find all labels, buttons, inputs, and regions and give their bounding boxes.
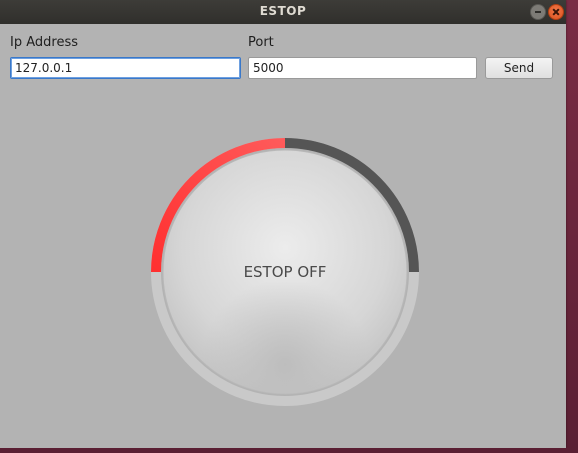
estop-window: ESTOP Ip Address Port Send — [0, 0, 566, 448]
ip-address-input[interactable] — [10, 57, 241, 79]
port-input[interactable] — [248, 57, 477, 79]
port-label: Port — [248, 35, 274, 50]
minimize-icon[interactable] — [530, 4, 546, 20]
desktop-background — [566, 0, 578, 453]
title-bar[interactable]: ESTOP — [0, 0, 566, 24]
send-button[interactable]: Send — [485, 57, 553, 79]
close-icon[interactable] — [548, 4, 564, 20]
window-title: ESTOP — [259, 4, 307, 18]
desktop-bottom-edge — [0, 448, 578, 453]
estop-button[interactable]: ESTOP OFF — [150, 137, 420, 407]
ip-address-label: Ip Address — [10, 35, 78, 50]
estop-state-label: ESTOP OFF — [243, 263, 327, 281]
